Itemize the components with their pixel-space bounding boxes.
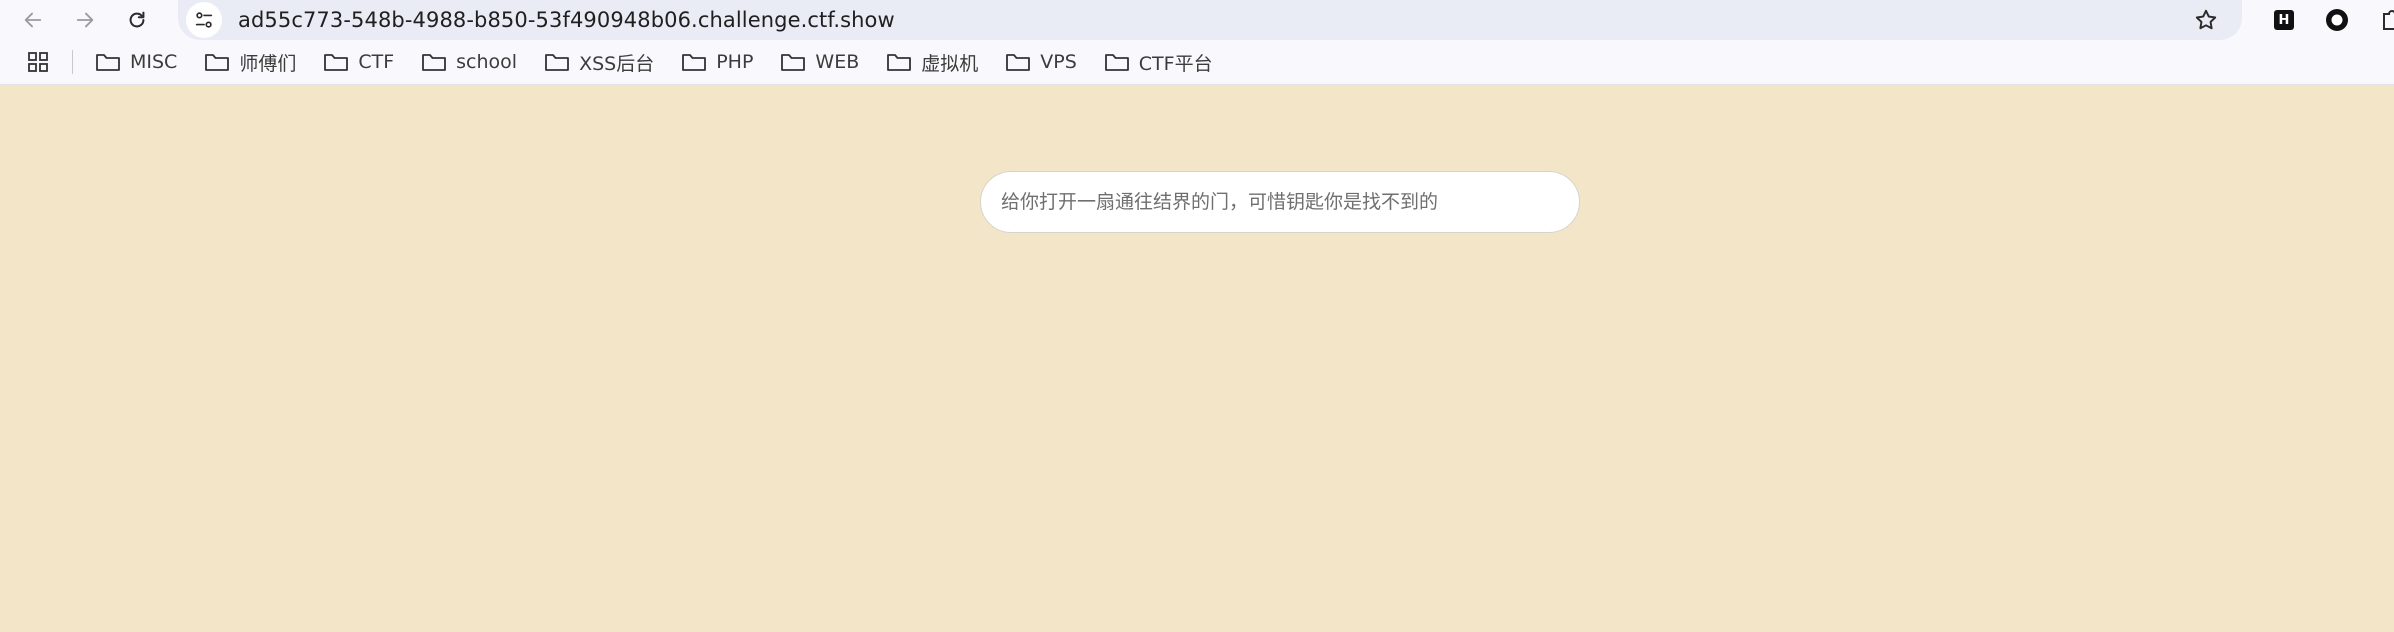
circle-extension-icon: [2326, 9, 2348, 31]
bookmark-label: school: [456, 51, 518, 73]
arrow-left-icon: [24, 12, 42, 28]
star-icon: [2195, 9, 2217, 30]
bookmark-folder-ctf[interactable]: CTF: [323, 51, 394, 73]
bookmarks-separator: [72, 50, 73, 74]
bookmark-label: 虚拟机: [921, 52, 979, 75]
bookmark-label: CTF平台: [1138, 52, 1213, 75]
apps-button[interactable]: [26, 50, 50, 74]
folder-icon: [781, 54, 806, 71]
extension-circle-button[interactable]: [2323, 6, 2351, 34]
bookmark-folder-masters[interactable]: 师傅们: [204, 49, 296, 76]
bookmark-label: MISC: [130, 51, 178, 73]
arrow-right-icon: [76, 12, 94, 28]
folder-icon: [1006, 54, 1031, 71]
browser-toolbar: ad55c773-548b-4988-b850-53f490948b06.cha…: [0, 0, 2394, 40]
folder-icon: [1104, 54, 1129, 71]
bookmark-label: VPS: [1040, 51, 1077, 73]
extension-h-button[interactable]: H: [2270, 6, 2298, 34]
grid-icon: [28, 52, 48, 72]
browser-chrome: ad55c773-548b-4988-b850-53f490948b06.cha…: [0, 0, 2394, 85]
address-bar[interactable]: ad55c773-548b-4988-b850-53f490948b06.cha…: [178, 0, 2242, 40]
key-input[interactable]: [980, 171, 1580, 233]
bookmark-folder-school[interactable]: school: [421, 51, 517, 73]
tune-icon: [195, 12, 213, 28]
url-text[interactable]: ad55c773-548b-4988-b850-53f490948b06.cha…: [238, 8, 895, 32]
bookmark-folder-vm[interactable]: 虚拟机: [886, 49, 978, 76]
bookmark-star-button[interactable]: [2192, 6, 2220, 34]
folder-icon: [422, 54, 447, 71]
bookmarks-bar: MISC 师傅们 CTF school XSS后台 PHP WEB 虚拟机 VP…: [0, 40, 2394, 85]
key-input-wrapper: [980, 171, 1580, 233]
bookmark-folder-vps[interactable]: VPS: [1005, 51, 1077, 73]
puzzle-icon: [2383, 10, 2394, 30]
folder-icon: [682, 54, 707, 71]
bookmark-folder-web[interactable]: WEB: [780, 51, 859, 73]
bookmark-label: XSS后台: [579, 52, 655, 75]
page-content: [0, 85, 2394, 632]
folder-icon: [545, 54, 569, 71]
reload-button[interactable]: [114, 0, 160, 40]
folder-icon: [96, 54, 120, 71]
folder-icon: [205, 54, 230, 71]
bookmark-folder-ctf-platform[interactable]: CTF平台: [1104, 49, 1213, 76]
h-extension-icon: H: [2274, 10, 2294, 30]
bookmark-folder-php[interactable]: PHP: [681, 51, 753, 73]
bookmark-folder-misc[interactable]: MISC: [95, 51, 177, 73]
bookmark-label: PHP: [716, 51, 754, 73]
folder-icon: [324, 54, 349, 71]
bookmark-label: 师傅们: [239, 52, 297, 75]
forward-button[interactable]: [62, 0, 108, 40]
reload-icon: [129, 11, 145, 28]
bookmark-folder-xss[interactable]: XSS后台: [544, 49, 654, 76]
bookmark-label: CTF: [358, 51, 395, 73]
bookmark-label: WEB: [815, 51, 860, 73]
back-button[interactable]: [10, 0, 56, 40]
site-info-button[interactable]: [186, 2, 222, 38]
extensions-menu-button[interactable]: [2378, 6, 2394, 34]
folder-icon: [887, 54, 912, 71]
